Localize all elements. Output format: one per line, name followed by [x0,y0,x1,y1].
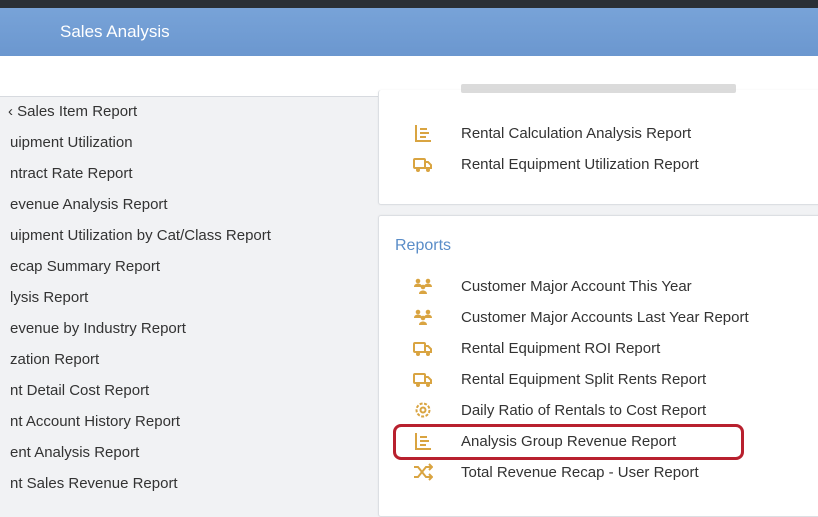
report-item-label: Customer Major Accounts Last Year Report [461,309,749,326]
report-item[interactable]: Customer Major Accounts Last Year Report [413,307,818,333]
app-header: Sales Analysis [0,8,818,56]
page-title: Sales Analysis [60,22,170,41]
list-item[interactable]: ‹ Sales Item Report [8,103,137,120]
report-item-label: Total Revenue Recap - User Report [461,464,699,481]
truck-icon [413,369,433,391]
list-item[interactable]: lysis Report [10,289,88,306]
section-title: Reports [395,237,452,254]
report-item[interactable]: Customer Major Account This Year [413,276,818,302]
list-item[interactable]: evenue by Industry Report [10,320,186,337]
report-item[interactable]: Rental Calculation Analysis Report [413,123,818,149]
list-item[interactable]: nt Detail Cost Report [10,382,149,399]
list-item[interactable]: evenue Analysis Report [10,196,168,213]
list-item[interactable]: uipment Utilization by Cat/Class Report [10,227,271,244]
reports-panel: Reports Customer Major Account This Year… [378,215,818,517]
truck-icon [413,338,433,360]
report-item[interactable]: Rental Equipment ROI Report [413,338,818,364]
report-item-label: Rental Equipment Split Rents Report [461,371,707,388]
left-report-list: ‹ Sales Item Report uipment Utilization … [0,96,360,493]
report-item-label: Rental Equipment Utilization Report [461,156,699,173]
list-item[interactable]: ntract Rate Report [10,165,133,182]
bar-list-icon [413,431,433,453]
shuffle-icon [413,462,433,484]
report-item-label: Rental Calculation Analysis Report [461,125,692,142]
report-item-label: Daily Ratio of Rentals to Cost Report [461,402,707,419]
report-item-label: Customer Major Account This Year [461,278,692,295]
list-item[interactable]: uipment Utilization [10,134,133,151]
report-item[interactable]: Rental Equipment Utilization Report [413,154,818,180]
list-item[interactable]: zation Report [10,351,99,368]
truck-icon [413,154,433,176]
list-item[interactable]: nt Sales Revenue Report [10,475,178,492]
list-item[interactable]: ent Analysis Report [10,444,139,461]
list-item[interactable]: ecap Summary Report [10,258,160,275]
window-top-strip [0,0,818,8]
bar-list-icon [413,123,433,145]
report-item-label: Rental Equipment ROI Report [461,340,661,357]
clipped-row [413,82,818,98]
users-icon [413,276,433,298]
report-item[interactable]: Daily Ratio of Rentals to Cost Report [413,400,818,426]
gear-icon [413,400,433,422]
rental-reports-panel: Rental Calculation Analysis Report Renta… [378,84,818,205]
list-item[interactable]: nt Account History Report [10,413,180,430]
report-item[interactable]: Rental Equipment Split Rents Report [413,369,818,395]
users-icon [413,307,433,329]
report-item-label: Analysis Group Revenue Report [461,433,677,450]
report-item[interactable]: Total Revenue Recap - User Report [413,462,818,488]
report-item[interactable]: Analysis Group Revenue Report [413,431,818,457]
